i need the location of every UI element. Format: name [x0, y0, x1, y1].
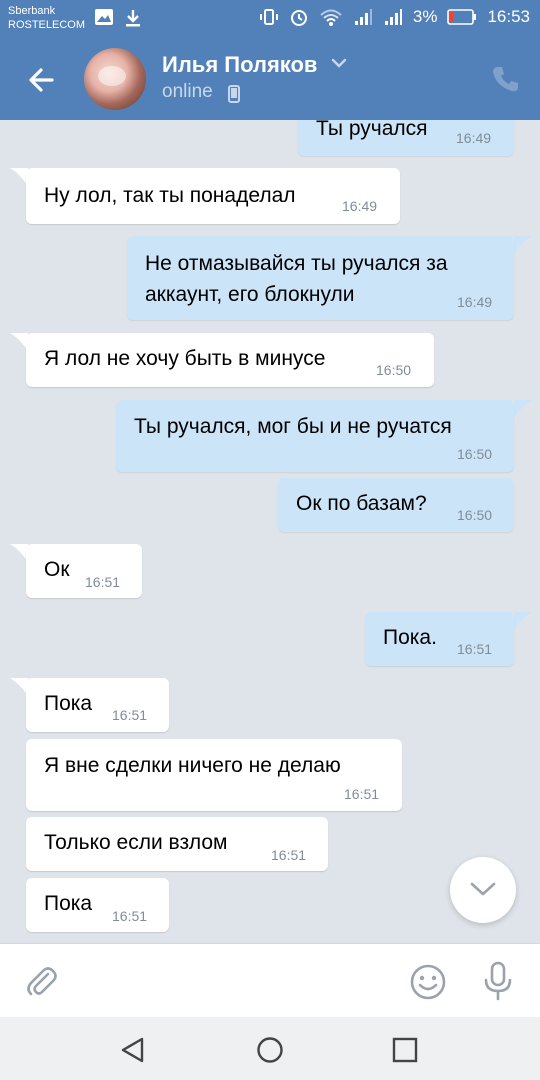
back-arrow-icon — [29, 68, 54, 92]
message-outgoing[interactable]: Не отмазывайся ты ручался за аккаунт, ег… — [127, 236, 514, 320]
carrier-line-2: ROSTELECOM — [8, 19, 86, 31]
message-time: 16:49 — [457, 294, 493, 310]
image-notification-icon — [94, 8, 114, 31]
nav-home-icon — [257, 1037, 283, 1063]
message-text: Пока. — [383, 626, 437, 649]
scroll-down-icon — [470, 882, 496, 896]
call-button[interactable] — [490, 64, 520, 94]
message-incoming[interactable]: Я лол не хочу быть в минусе 16:50 — [26, 333, 434, 387]
attach-button[interactable] — [22, 962, 62, 1002]
message-text: Я лол не хочу быть в минусе — [44, 347, 326, 370]
contact-name[interactable]: Илья Поляков — [162, 52, 317, 78]
message-text: Ну лол, так ты понаделал — [44, 184, 296, 207]
message-time: 16:51 — [112, 707, 148, 723]
emoji-icon — [410, 964, 446, 1000]
message-incoming[interactable]: Я вне сделки ничего не делаю 16:51 — [26, 739, 402, 811]
mobile-status-icon — [228, 85, 240, 108]
status-bar: Sberbank ROSTELECOM 3% 16:53 — [0, 0, 540, 38]
battery-percent: 3% — [412, 7, 438, 26]
clock: 16:53 — [487, 7, 530, 26]
message-text: Я вне сделки ничего не делаю — [44, 754, 341, 777]
mic-icon — [484, 961, 512, 1001]
message-time: 16:49 — [456, 130, 492, 146]
message-incoming[interactable]: Пока 16:51 — [26, 878, 169, 932]
vibrate-icon — [259, 7, 279, 27]
bubble-tail-out — [514, 612, 532, 630]
chevron-down-icon[interactable] — [330, 56, 348, 75]
message-time: 16:51 — [271, 847, 307, 863]
message-incoming[interactable]: Только если взлом 16:51 — [26, 817, 328, 871]
avatar[interactable] — [84, 48, 146, 110]
message-list[interactable]: Ты ручался 16:49 Ну лол, так ты понадела… — [0, 120, 540, 943]
bubble-tail-out — [514, 400, 532, 418]
message-text: Только если взлом — [44, 831, 228, 854]
message-text: Ты ручался — [316, 120, 428, 140]
phone-icon — [493, 67, 518, 92]
message-text: Пока — [44, 892, 93, 915]
back-button[interactable] — [22, 60, 62, 100]
message-text: Пока — [44, 692, 93, 715]
message-time: 16:51 — [457, 641, 493, 657]
emoji-button[interactable] — [408, 962, 448, 1002]
message-incoming[interactable]: Ок 16:51 — [26, 544, 142, 598]
contact-status: online — [162, 81, 213, 102]
nav-back-button[interactable] — [118, 1035, 148, 1070]
signal-2-icon — [383, 8, 403, 26]
message-incoming[interactable]: Пока 16:51 — [26, 678, 169, 732]
message-text-line-1: Не отмазывайся ты ручался за — [145, 252, 448, 275]
message-text: Ты ручался, мог бы и не ручатся — [134, 415, 452, 438]
wifi-icon — [319, 7, 343, 27]
attach-icon — [27, 967, 57, 996]
message-time: 16:49 — [342, 198, 378, 214]
nav-recent-button[interactable] — [392, 1037, 418, 1068]
message-time: 16:51 — [112, 908, 148, 924]
alarm-icon — [289, 7, 309, 27]
nav-back-icon — [121, 1037, 144, 1063]
nav-home-button[interactable] — [256, 1036, 284, 1069]
message-time: 16:51 — [85, 574, 121, 590]
message-text: Ок по базам? — [296, 492, 427, 515]
message-time: 16:50 — [376, 362, 412, 378]
message-text-line-2: аккаунт, его блокнули — [145, 283, 355, 306]
message-outgoing[interactable]: Ты ручался, мог бы и не ручатся 16:50 — [116, 400, 514, 472]
message-text: Ок — [44, 558, 70, 581]
message-time: 16:50 — [457, 507, 493, 523]
signal-1-icon — [353, 8, 373, 26]
message-outgoing[interactable]: Ты ручался 16:49 — [298, 120, 514, 156]
nav-recent-icon — [392, 1037, 418, 1063]
download-notification-icon — [124, 8, 142, 33]
message-time: 16:51 — [344, 786, 380, 802]
message-outgoing[interactable]: Ок по базам? 16:50 — [278, 478, 514, 532]
voice-message-button[interactable] — [478, 960, 518, 1002]
message-outgoing[interactable]: Пока. 16:51 — [365, 612, 514, 666]
battery-icon — [447, 9, 477, 25]
message-incoming[interactable]: Ну лол, так ты понаделал 16:49 — [26, 168, 400, 224]
system-nav-bar — [0, 1017, 540, 1080]
chat-header: Илья Поляков online — [0, 38, 540, 120]
carrier-label: Sberbank ROSTELECOM — [8, 4, 85, 32]
message-time: 16:50 — [457, 446, 493, 462]
carrier-line-1: Sberbank — [8, 5, 56, 17]
bubble-tail-out — [514, 236, 532, 254]
message-input-bar — [0, 943, 540, 1017]
scroll-down-button[interactable] — [450, 857, 516, 923]
